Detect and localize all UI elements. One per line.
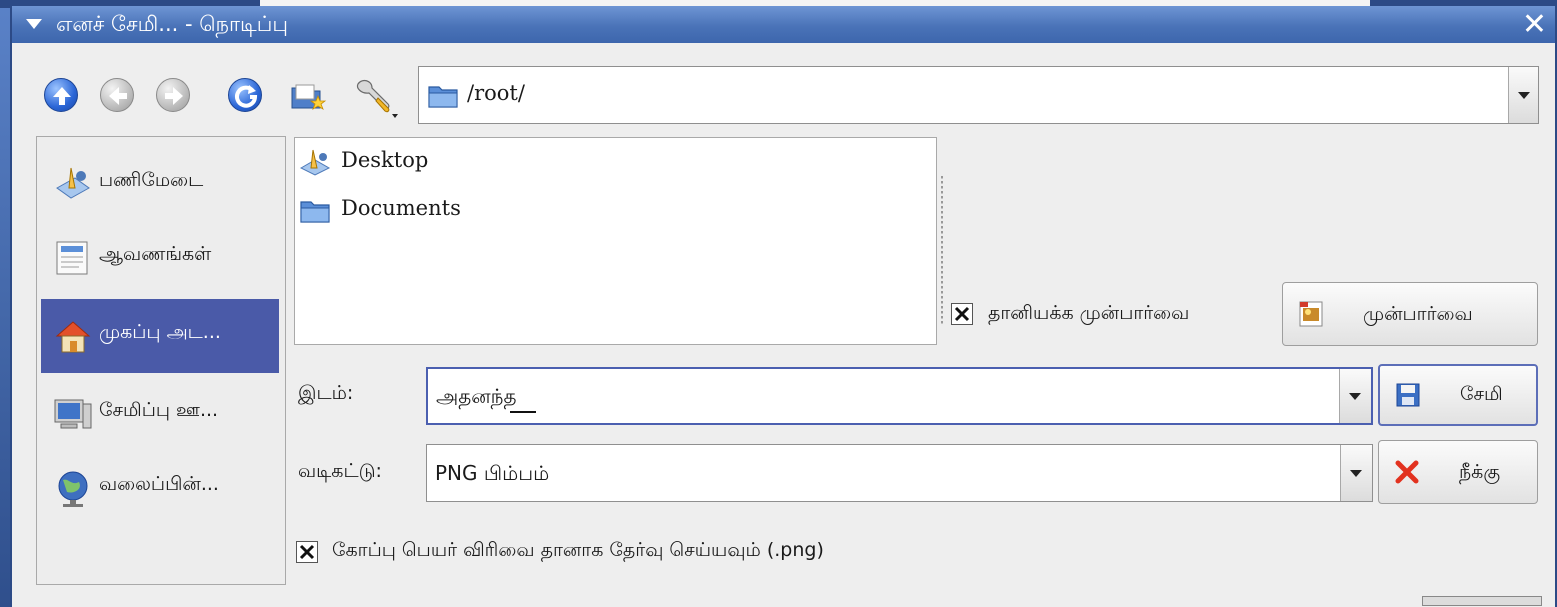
sidebar-item-label: வலைப்பின்... bbox=[99, 473, 219, 495]
filter-value: PNG பிம்பம் bbox=[435, 461, 550, 485]
back-button[interactable] bbox=[100, 78, 134, 112]
auto-preview-checkbox[interactable] bbox=[951, 303, 973, 325]
floppy-disk-icon bbox=[1396, 383, 1420, 407]
file-name: Desktop bbox=[341, 148, 429, 172]
preview-splitter-handle[interactable] bbox=[941, 176, 943, 326]
new-folder-button[interactable] bbox=[288, 76, 328, 116]
filter-dropdown-button[interactable] bbox=[1340, 445, 1372, 501]
sidebar-item-home[interactable]: முகப்பு அட... bbox=[41, 299, 279, 373]
taskbar-edge bbox=[1422, 596, 1542, 606]
filter-label: வடிகட்டு: bbox=[298, 460, 382, 482]
places-sidebar: பணிமேடை ஆவணங்கள் முகப்பு அட... சேமிப்பு … bbox=[36, 136, 286, 585]
location-value: அதனந்த bbox=[436, 384, 517, 408]
reload-button[interactable] bbox=[228, 78, 262, 112]
sidebar-item-label: ஆவணங்கள் bbox=[99, 243, 212, 265]
preview-button[interactable]: முன்பார்வை bbox=[1282, 282, 1538, 346]
auto-extension-label: கோப்பு பெயர் விரிவை தானாக தேர்வு செய்யவு… bbox=[332, 539, 824, 561]
save-button-label: சேமி bbox=[1460, 383, 1503, 405]
image-preview-icon bbox=[1299, 301, 1323, 327]
file-name: Documents bbox=[341, 196, 461, 220]
save-button[interactable]: சேமி bbox=[1378, 364, 1538, 426]
path-combobox[interactable]: /root/ bbox=[418, 66, 1539, 124]
forward-button[interactable] bbox=[156, 78, 190, 112]
auto-preview-label: தானியக்க முன்பார்வை bbox=[988, 302, 1190, 324]
check-mark-icon bbox=[299, 544, 315, 560]
sidebar-item-documents[interactable]: ஆவணங்கள் bbox=[41, 221, 279, 295]
cancel-button-label: நீக்கு bbox=[1459, 461, 1501, 483]
sidebar-item-storage[interactable]: சேமிப்பு ஊ... bbox=[41, 377, 279, 451]
desktop-folder-icon bbox=[299, 149, 331, 176]
documents-icon bbox=[56, 241, 88, 275]
options-button[interactable] bbox=[352, 76, 398, 118]
close-icon[interactable]: ✕ bbox=[1522, 6, 1547, 43]
location-dropdown-button[interactable] bbox=[1339, 369, 1371, 423]
path-dropdown-button[interactable] bbox=[1508, 67, 1538, 123]
cancel-x-icon bbox=[1395, 460, 1419, 484]
folder-icon bbox=[300, 201, 330, 223]
save-as-dialog: எனச் சேமி... - நொடிப்பு ✕ /root/ பணிமேடை… bbox=[10, 6, 1557, 607]
window-menu-icon[interactable] bbox=[26, 19, 42, 29]
wrench-icon bbox=[356, 79, 398, 118]
title-bar: எனச் சேமி... - நொடிப்பு ✕ bbox=[12, 6, 1555, 43]
path-text: /root/ bbox=[467, 81, 525, 105]
file-list: Desktop Documents bbox=[294, 137, 937, 345]
sidebar-item-desktop[interactable]: பணிமேடை bbox=[41, 147, 279, 221]
sidebar-item-label: சேமிப்பு ஊ... bbox=[99, 399, 219, 421]
arrow-right-icon bbox=[165, 87, 183, 105]
cancel-button[interactable]: நீக்கு bbox=[1378, 440, 1538, 504]
sidebar-item-network[interactable]: வலைப்பின்... bbox=[41, 451, 279, 525]
up-button[interactable] bbox=[44, 78, 78, 112]
preview-button-label: முன்பார்வை bbox=[1363, 303, 1473, 325]
sidebar-item-label: பணிமேடை bbox=[99, 169, 204, 191]
check-mark-icon bbox=[954, 306, 970, 322]
new-folder-icon bbox=[291, 84, 327, 110]
arrow-up-icon bbox=[53, 87, 71, 105]
text-underline bbox=[510, 411, 536, 413]
desktop-background bbox=[0, 0, 10, 607]
arrow-left-icon bbox=[109, 87, 127, 105]
filter-combobox[interactable]: PNG பிம்பம் bbox=[426, 444, 1373, 502]
computer-icon bbox=[54, 399, 92, 429]
auto-extension-checkbox[interactable] bbox=[296, 541, 318, 563]
window-title: எனச் சேமி... - நொடிப்பு bbox=[56, 12, 288, 36]
home-icon bbox=[55, 321, 91, 353]
reload-icon bbox=[235, 85, 258, 108]
sidebar-item-label: முகப்பு அட... bbox=[99, 321, 221, 343]
folder-icon bbox=[428, 86, 458, 108]
location-label: இடம்: bbox=[298, 382, 354, 404]
location-field[interactable]: அதனந்த bbox=[426, 367, 1373, 425]
network-icon bbox=[58, 471, 88, 507]
desktop-icon bbox=[56, 167, 90, 199]
